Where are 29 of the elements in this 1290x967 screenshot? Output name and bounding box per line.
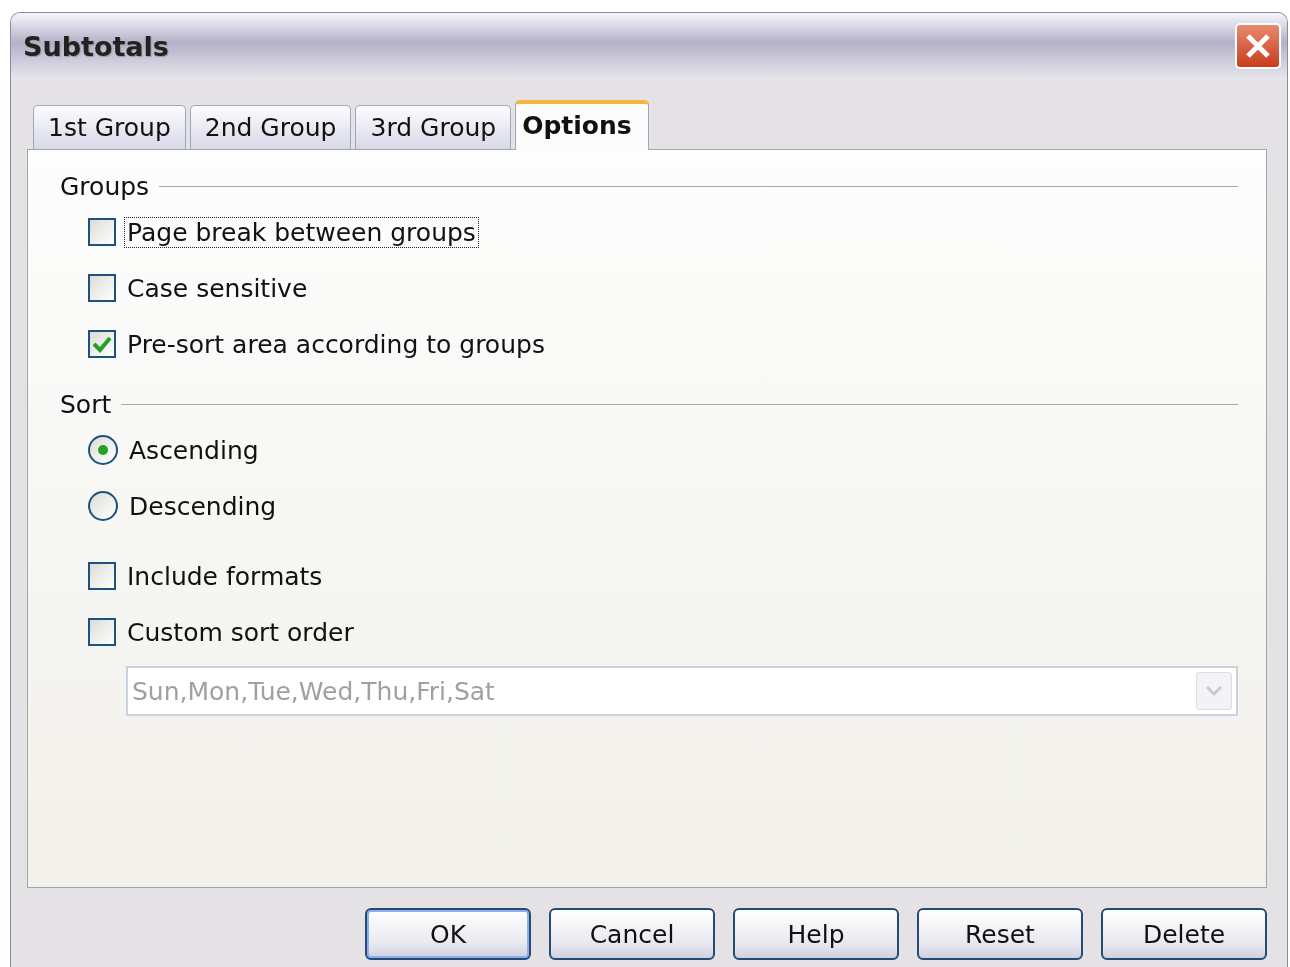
radio-label[interactable]: Ascending xyxy=(126,434,262,466)
checkbox-label[interactable]: Pre-sort area according to groups xyxy=(124,328,548,360)
section-heading: Sort xyxy=(60,389,112,419)
close-button[interactable] xyxy=(1235,23,1281,69)
radio-button[interactable] xyxy=(88,435,118,465)
radio-button[interactable] xyxy=(88,491,118,521)
radio-label[interactable]: Descending xyxy=(126,490,280,522)
checkbox-label[interactable]: Custom sort order xyxy=(124,616,357,648)
checkmark-icon xyxy=(92,335,112,353)
tab[interactable]: 3rd Group xyxy=(355,105,512,149)
dialog-button[interactable]: OK xyxy=(365,908,531,960)
checkbox[interactable] xyxy=(88,330,116,358)
checkbox[interactable] xyxy=(88,218,116,246)
checkbox-label[interactable]: Case sensitive xyxy=(124,272,311,304)
checkbox[interactable] xyxy=(88,274,116,302)
window-title: Subtotals xyxy=(23,30,169,62)
dialog-button[interactable]: Cancel xyxy=(549,908,715,960)
dialog-button[interactable]: Reset xyxy=(917,908,1083,960)
checkbox-label[interactable]: Include formats xyxy=(124,560,326,592)
checkbox[interactable] xyxy=(88,562,116,590)
tab[interactable]: Options xyxy=(515,100,649,150)
dialog-button[interactable]: Delete xyxy=(1101,908,1267,960)
dialog-button[interactable]: Help xyxy=(733,908,899,960)
tab[interactable]: 2nd Group xyxy=(189,105,352,149)
section-heading: Groups xyxy=(60,171,150,201)
checkbox-label[interactable]: Page break between groups xyxy=(124,216,479,248)
checkbox[interactable] xyxy=(88,618,116,646)
chevron-down-icon xyxy=(1205,685,1223,697)
tab[interactable]: 1st Group xyxy=(33,105,186,149)
